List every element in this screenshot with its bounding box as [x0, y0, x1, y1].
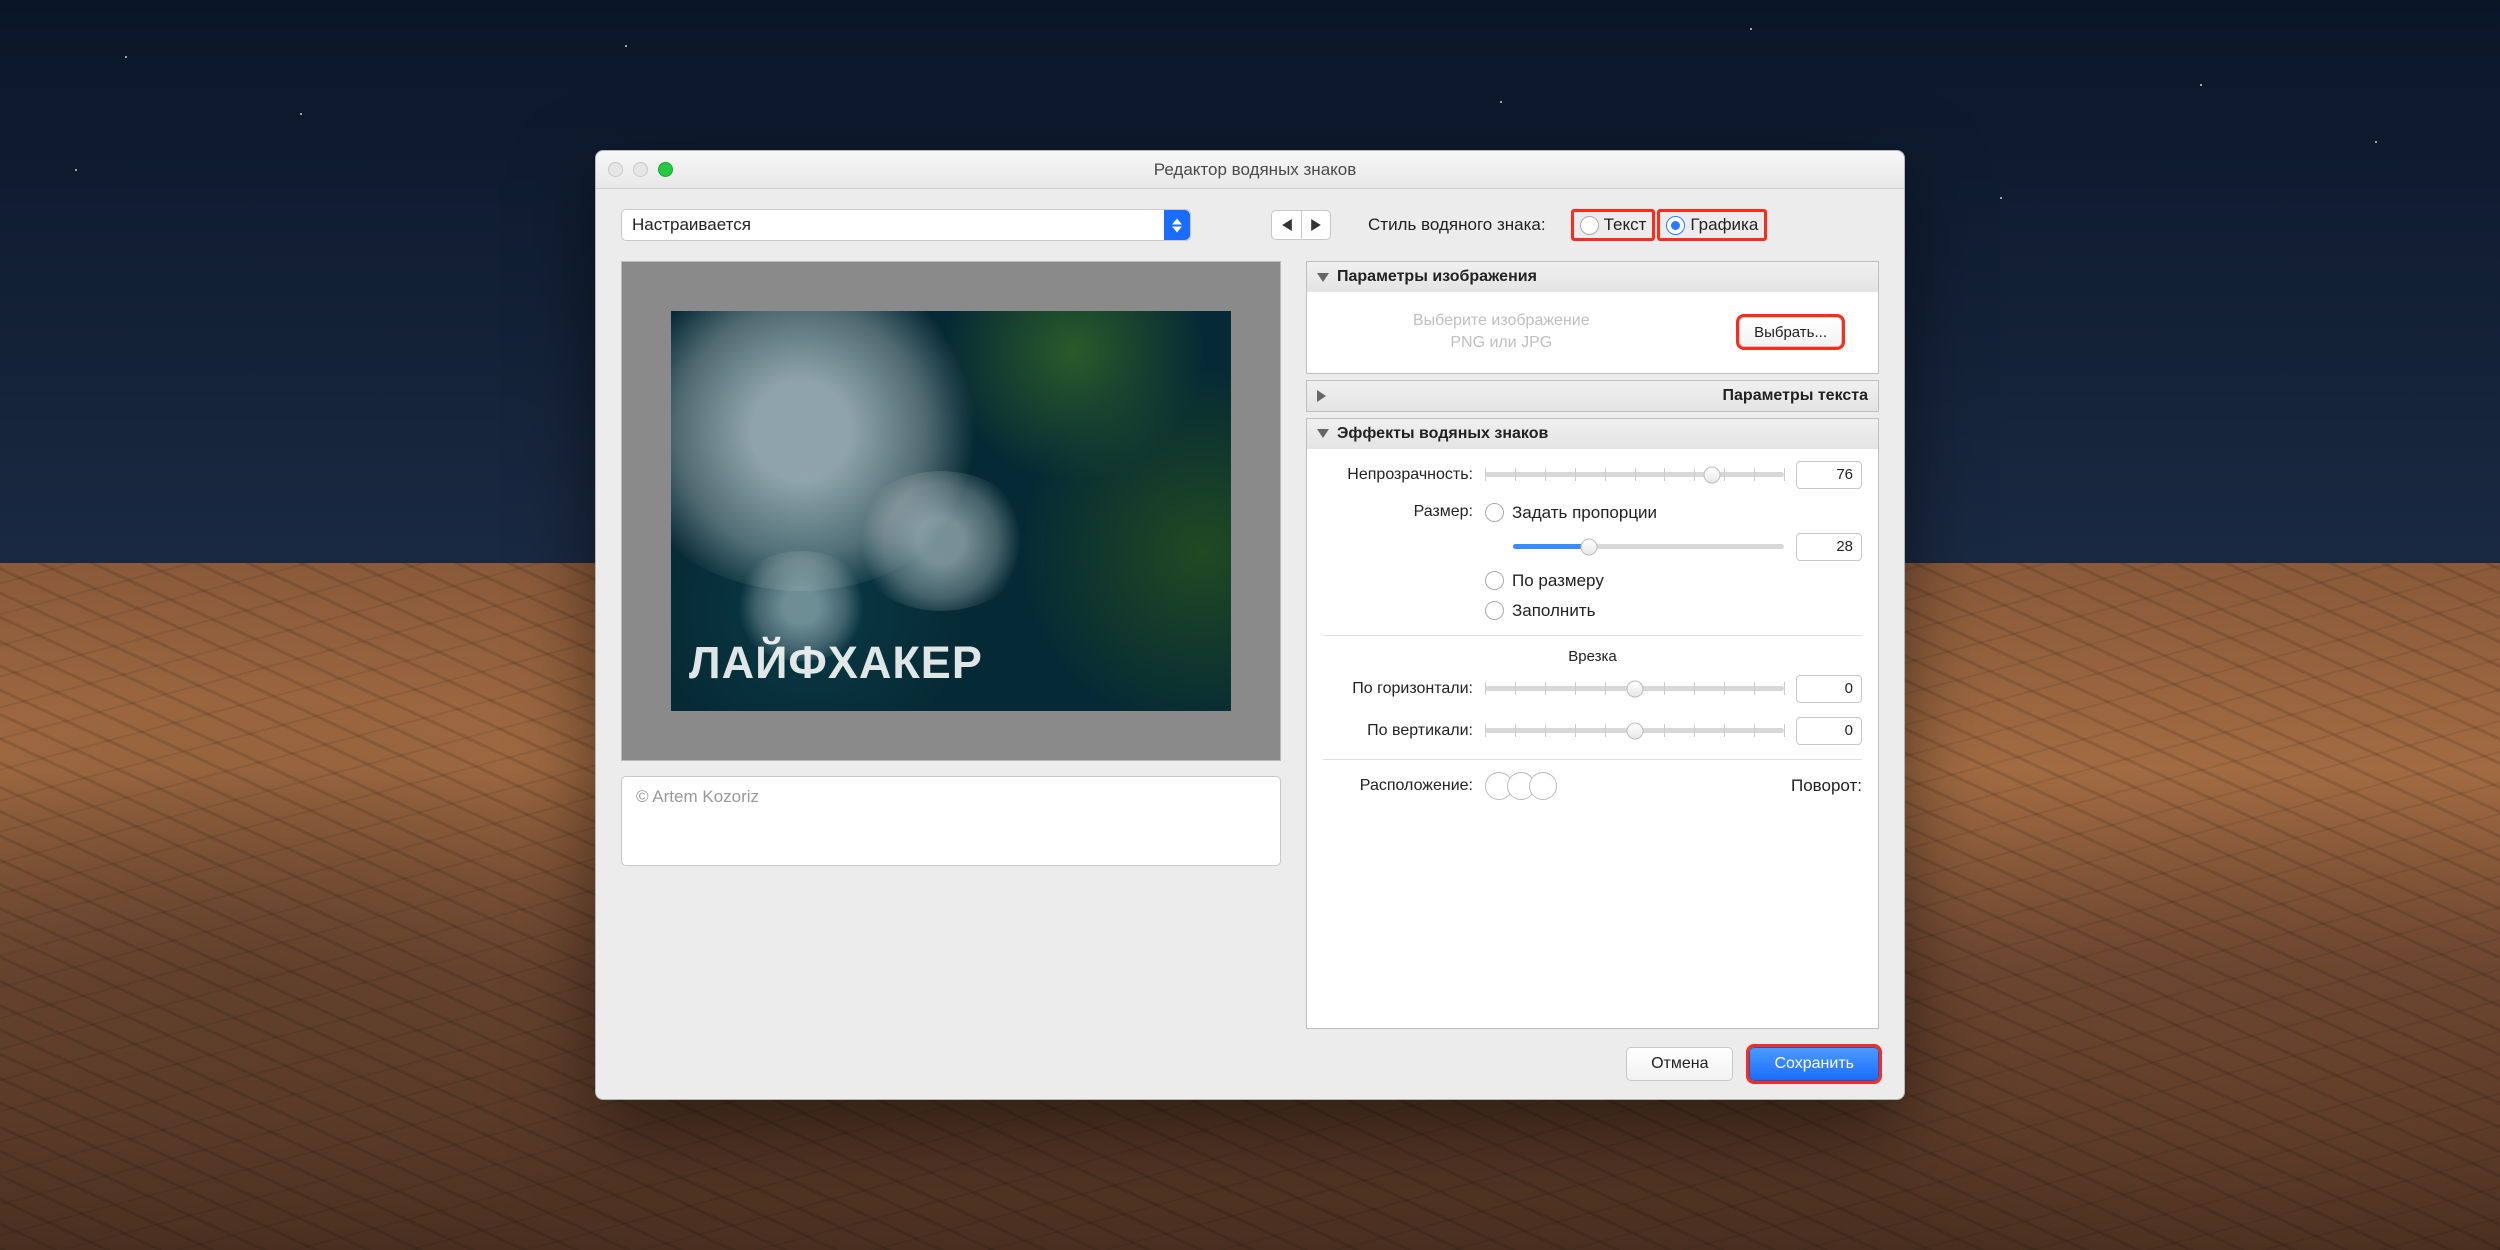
- size-fill-option[interactable]: Заполнить: [1485, 601, 1862, 621]
- choose-image-button[interactable]: Выбрать...: [1739, 317, 1842, 347]
- watermark-style-label: Стиль водяного знака:: [1368, 215, 1546, 235]
- vertical-slider[interactable]: [1485, 728, 1784, 733]
- disclosure-right-icon: [1317, 390, 1715, 402]
- prev-button[interactable]: [1271, 210, 1301, 240]
- vertical-label: По вертикали:: [1323, 722, 1473, 740]
- opacity-slider[interactable]: [1485, 472, 1784, 477]
- preset-select[interactable]: Настраивается: [621, 209, 1191, 241]
- inset-label: Врезка: [1323, 648, 1862, 665]
- preview-area: ЛАЙФХАКЕР: [621, 261, 1281, 761]
- image-params-header[interactable]: Параметры изображения: [1307, 262, 1878, 292]
- opacity-label: Непрозрачность:: [1323, 466, 1473, 484]
- minimize-icon[interactable]: [633, 162, 648, 177]
- placement-label: Расположение:: [1323, 777, 1473, 795]
- cancel-button[interactable]: Отмена: [1626, 1047, 1733, 1081]
- size-label: Размер:: [1323, 503, 1473, 521]
- watermark-overlay-text: ЛАЙФХАКЕР: [689, 637, 983, 689]
- style-graphic-option[interactable]: Графика: [1657, 209, 1767, 241]
- radio-icon: [1485, 601, 1504, 620]
- close-icon[interactable]: [608, 162, 623, 177]
- size-fit-option[interactable]: По размеру: [1485, 571, 1862, 591]
- choose-image-hint: Выберите изображение PNG или JPG: [1413, 310, 1590, 355]
- vertical-value[interactable]: 0: [1796, 717, 1862, 745]
- placement-anchor-grid[interactable]: [1485, 772, 1557, 800]
- disclosure-down-icon: [1317, 429, 1329, 438]
- text-params-panel: Параметры текста: [1306, 380, 1879, 412]
- next-button[interactable]: [1301, 210, 1331, 240]
- size-value[interactable]: 28: [1796, 533, 1862, 561]
- size-proportional-option[interactable]: Задать пропорции: [1485, 503, 1862, 523]
- style-text-option[interactable]: Текст: [1571, 209, 1656, 241]
- rotation-label: Поворот:: [1791, 776, 1862, 796]
- watermark-editor-dialog: Редактор водяных знаков Настраивается Ст…: [595, 150, 1905, 1100]
- preset-label: Настраивается: [632, 215, 751, 235]
- horizontal-slider[interactable]: [1485, 686, 1784, 691]
- titlebar: Редактор водяных знаков: [596, 151, 1904, 189]
- select-arrows-icon: [1164, 210, 1190, 240]
- preview-image: ЛАЙФХАКЕР: [671, 311, 1231, 711]
- radio-icon: [1580, 216, 1599, 235]
- horizontal-value[interactable]: 0: [1796, 675, 1862, 703]
- size-slider[interactable]: [1513, 544, 1784, 549]
- radio-checked-icon: [1666, 216, 1685, 235]
- zoom-icon[interactable]: [658, 162, 673, 177]
- radio-icon: [1485, 571, 1504, 590]
- window-title: Редактор водяных знаков: [673, 160, 1837, 180]
- opacity-value[interactable]: 76: [1796, 461, 1862, 489]
- disclosure-down-icon: [1317, 273, 1329, 282]
- watermark-effects-panel: Эффекты водяных знаков Непрозрачность: 7…: [1306, 418, 1879, 1029]
- save-button[interactable]: Сохранить: [1749, 1047, 1879, 1081]
- text-params-header[interactable]: Параметры текста: [1307, 381, 1878, 411]
- horizontal-label: По горизонтали:: [1323, 680, 1473, 698]
- copyright-input[interactable]: © Artem Kozoriz: [621, 776, 1281, 866]
- image-params-panel: Параметры изображения Выберите изображен…: [1306, 261, 1879, 374]
- effects-header[interactable]: Эффекты водяных знаков: [1307, 419, 1878, 449]
- radio-icon: [1485, 503, 1504, 522]
